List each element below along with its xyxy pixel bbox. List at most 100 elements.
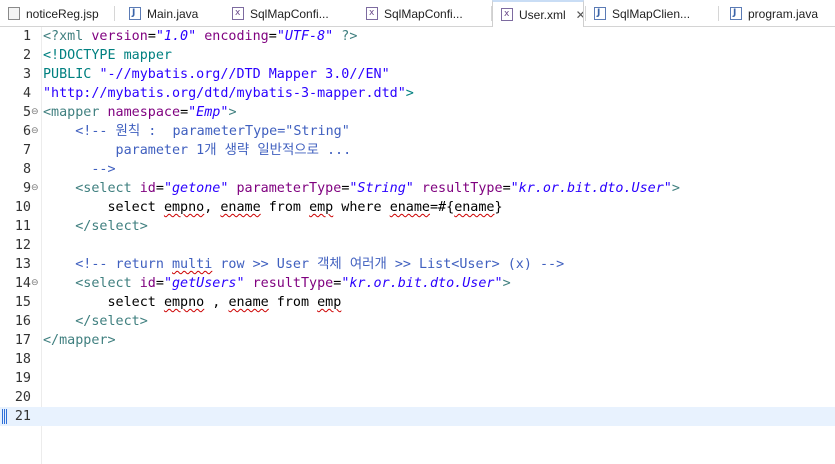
- code-line[interactable]: 1 <?xml version="1.0" encoding="UTF-8" ?>: [0, 27, 835, 46]
- code-token: parameterType: [228, 181, 342, 196]
- tab-7[interactable]: program.java: [722, 0, 835, 27]
- tab-label: SqlMapConfi...: [384, 6, 463, 21]
- line-number: 4: [22, 86, 31, 101]
- code-line[interactable]: 21: [0, 407, 835, 426]
- code-token: =#{: [430, 200, 455, 215]
- xml-file-icon: [501, 8, 513, 21]
- code-line[interactable]: 9 ⊖ <select id="getone" parameterType="St…: [0, 179, 835, 198]
- code-token: namespace: [107, 105, 181, 120]
- tab-6[interactable]: SqlMapClien...: [586, 0, 720, 27]
- code-line[interactable]: 12: [0, 236, 835, 255]
- code-token: </select>: [75, 314, 148, 329]
- code-text: <select id="getone" parameterType="Strin…: [43, 179, 680, 198]
- tab-separator: [718, 6, 719, 21]
- tab-1[interactable]: noticeReg.jsp: [0, 0, 110, 27]
- code-token: from: [268, 295, 318, 310]
- code-token: >: [405, 86, 414, 101]
- line-number: 11: [14, 219, 31, 234]
- code-token: >: [502, 276, 511, 291]
- line-number: 9: [22, 181, 31, 196]
- code-line[interactable]: 3 PUBLIC "-//mybatis.org//DTD Mapper 3.0/…: [0, 65, 835, 84]
- code-token: from: [260, 200, 310, 215]
- code-text: <!-- return multi row >> User 객체 여러개 >> …: [43, 255, 564, 274]
- code-token: multi: [172, 257, 213, 272]
- tab-label: SqlMapConfi...: [250, 6, 329, 21]
- fold-toggle-icon[interactable]: ⊖: [31, 122, 40, 141]
- code-line[interactable]: 13 <!-- return multi row >> User 객체 여러개 …: [0, 255, 835, 274]
- code-text: "http://mybatis.org/dtd/mybatis-3-mapper…: [43, 84, 414, 103]
- code-token: =: [147, 29, 156, 44]
- line-number: 12: [14, 238, 31, 253]
- code-editor[interactable]: 1 <?xml version="1.0" encoding="UTF-8" ?>…: [0, 27, 835, 464]
- tab-label: program.java: [748, 6, 819, 21]
- code-line[interactable]: 16 </select>: [0, 312, 835, 331]
- tab-separator: [585, 6, 586, 21]
- code-text: <select id="getUsers" resultType="kr.or.…: [43, 274, 511, 293]
- code-text: select empno, ename from emp where ename…: [43, 198, 502, 217]
- tab-4[interactable]: SqlMapConfi...: [358, 0, 488, 27]
- code-token: PUBLIC: [43, 67, 100, 82]
- code-text: parameter 1개 생략 일반적으로 ...: [43, 141, 352, 160]
- code-token: ,: [204, 295, 229, 310]
- fold-toggle-icon[interactable]: ⊖: [31, 179, 40, 198]
- code-token: "getUsers": [163, 276, 245, 291]
- code-text: -->: [43, 160, 115, 179]
- code-token: =: [155, 276, 164, 291]
- line-number: 10: [14, 200, 31, 215]
- code-token: <!-- return: [75, 257, 172, 272]
- tab-label: User.xml: [519, 7, 566, 22]
- close-tab-icon[interactable]: ✕: [576, 8, 583, 22]
- code-token: where: [333, 200, 390, 215]
- code-token: "Emp": [188, 105, 229, 120]
- code-line[interactable]: 17 </mapper>: [0, 331, 835, 350]
- code-token: select: [43, 200, 164, 215]
- code-line[interactable]: 18: [0, 350, 835, 369]
- code-line[interactable]: 4 "http://mybatis.org/dtd/mybatis-3-mappe…: [0, 84, 835, 103]
- editor-tab-bar: noticeReg.jsp Main.java SqlMapConfi... SqlM…: [0, 0, 835, 27]
- code-line[interactable]: 8 -->: [0, 160, 835, 179]
- tab-3[interactable]: SqlMapConfi...: [224, 0, 358, 27]
- code-token: <select: [75, 276, 140, 291]
- line-number: 15: [14, 295, 31, 310]
- code-token: </mapper>: [43, 333, 116, 348]
- code-line[interactable]: 14 ⊖ <select id="getUsers" resultType="kr…: [0, 274, 835, 293]
- java-file-icon: [730, 7, 742, 20]
- code-token: parameter 1개 생략 일반적으로 ...: [43, 143, 352, 158]
- code-token: </select>: [75, 219, 148, 234]
- code-line[interactable]: 7 parameter 1개 생략 일반적으로 ...: [0, 141, 835, 160]
- code-text: <!DOCTYPE mapper: [43, 46, 172, 65]
- code-token: <?xml: [43, 29, 92, 44]
- line-number: 18: [14, 352, 31, 367]
- java-file-icon: [129, 7, 141, 20]
- java-file-icon: [594, 7, 606, 20]
- code-token: id: [139, 181, 156, 196]
- tab-5[interactable]: User.xml ✕: [492, 0, 584, 27]
- code-line[interactable]: 5 ⊖ <mapper namespace="Emp">: [0, 103, 835, 122]
- tab-label: SqlMapClien...: [612, 6, 691, 21]
- code-token: select: [43, 295, 164, 310]
- tab-2[interactable]: Main.java: [121, 0, 229, 27]
- line-number: 6: [22, 124, 31, 139]
- code-token: ename: [220, 200, 261, 215]
- line-number: 21: [14, 409, 31, 424]
- code-line[interactable]: 19: [0, 369, 835, 388]
- code-line[interactable]: 15 select empno , ename from emp: [0, 293, 835, 312]
- code-token: "kr.or.bit.dto.User": [510, 181, 672, 196]
- code-token: emp: [309, 200, 334, 215]
- fold-toggle-icon[interactable]: ⊖: [31, 274, 40, 293]
- code-line[interactable]: 6 ⊖ <!-- 원칙 : parameterType="String": [0, 122, 835, 141]
- code-line[interactable]: 2 <!DOCTYPE mapper: [0, 46, 835, 65]
- code-line[interactable]: 10 select empno, ename from emp where en…: [0, 198, 835, 217]
- code-token: >: [228, 105, 237, 120]
- code-token: "kr.or.bit.dto.User": [341, 276, 503, 291]
- tab-label: noticeReg.jsp: [26, 6, 99, 21]
- code-line[interactable]: 11 </select>: [0, 217, 835, 236]
- code-token: <!DOCTYPE mapper: [43, 48, 172, 63]
- code-token: ?>: [333, 29, 358, 44]
- fold-toggle-icon[interactable]: ⊖: [31, 103, 40, 122]
- code-line[interactable]: 20: [0, 388, 835, 407]
